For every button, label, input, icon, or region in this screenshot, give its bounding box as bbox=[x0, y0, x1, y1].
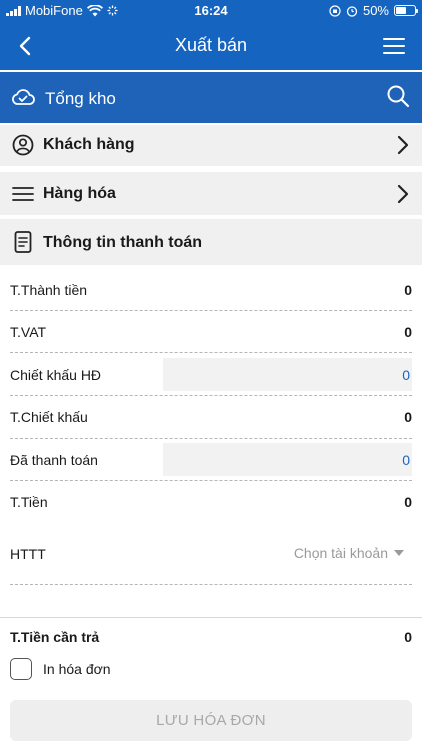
list-icon bbox=[12, 187, 34, 201]
account-select[interactable]: Chọn tài khoản bbox=[294, 545, 404, 561]
print-invoice-checkbox[interactable] bbox=[10, 658, 32, 680]
payment-info-section: Thông tin thanh toán bbox=[0, 219, 422, 265]
row-label: T.Tiền bbox=[10, 494, 48, 510]
row-value: 0 bbox=[404, 324, 412, 340]
page-title: Xuất bán bbox=[174, 35, 248, 55]
save-invoice-button[interactable]: LƯU HÓA ĐƠN bbox=[10, 700, 412, 741]
customer-label: Khách hàng bbox=[43, 136, 135, 153]
row-total: T.Tiền 0 bbox=[10, 481, 412, 523]
goods-section[interactable]: Hàng hóa bbox=[0, 172, 422, 215]
row-payment-method: HTTT Chọn tài khoản bbox=[10, 530, 412, 585]
customer-section[interactable]: Khách hàng bbox=[0, 125, 422, 166]
input-value: 0 bbox=[402, 367, 410, 383]
invoice-discount-input[interactable]: 0 bbox=[163, 358, 412, 391]
input-value: 0 bbox=[402, 452, 410, 468]
row-total-due: T.Tiền cần trả 0 bbox=[10, 620, 412, 652]
warehouse-label: Tổng kho bbox=[45, 89, 116, 108]
status-right: 50% bbox=[329, 3, 418, 18]
warehouse-bar[interactable]: Tổng kho bbox=[0, 72, 422, 123]
payment-method-label: HTTT bbox=[10, 546, 46, 562]
battery-fill bbox=[396, 7, 406, 14]
total-due-value: 0 bbox=[404, 629, 412, 645]
battery-percent: 50% bbox=[362, 3, 389, 18]
dropdown-caret-icon bbox=[394, 550, 404, 556]
user-circle-icon bbox=[12, 134, 34, 156]
row-value: 0 bbox=[404, 409, 412, 425]
chevron-right-icon bbox=[397, 184, 409, 204]
row-total-amount: T.Thành tiền 0 bbox=[10, 267, 412, 311]
row-total-vat: T.VAT 0 bbox=[10, 311, 412, 353]
row-label: T.Chiết khấu bbox=[10, 409, 88, 425]
orientation-lock-icon bbox=[329, 4, 341, 17]
chevron-right-icon bbox=[397, 135, 409, 155]
navigation-bar: Xuất bán bbox=[0, 22, 422, 70]
row-value: 0 bbox=[404, 494, 412, 510]
paid-amount-input[interactable]: 0 bbox=[163, 443, 412, 476]
row-invoice-discount: Chiết khấu HĐ 0 bbox=[10, 353, 412, 396]
alarm-icon bbox=[346, 5, 358, 17]
document-icon bbox=[14, 231, 32, 253]
search-icon[interactable] bbox=[386, 84, 410, 108]
row-value: 0 bbox=[404, 282, 412, 298]
divider bbox=[0, 617, 422, 618]
battery-icon bbox=[394, 5, 418, 16]
row-label: T.Thành tiền bbox=[10, 282, 88, 298]
row-label: T.VAT bbox=[10, 324, 47, 340]
payment-info-label: Thông tin thanh toán bbox=[43, 234, 203, 251]
cloud-check-icon bbox=[12, 89, 35, 105]
menu-icon[interactable] bbox=[382, 35, 406, 57]
row-paid: Đã thanh toán 0 bbox=[10, 439, 412, 481]
total-due-label: T.Tiền cần trả bbox=[10, 629, 100, 645]
status-bar: MobiFone 16:24 50% bbox=[0, 0, 422, 22]
goods-label: Hàng hóa bbox=[43, 185, 116, 202]
row-label: Chiết khấu HĐ bbox=[10, 367, 102, 383]
row-total-discount: T.Chiết khấu 0 bbox=[10, 396, 412, 439]
account-select-placeholder: Chọn tài khoản bbox=[293, 545, 388, 561]
print-invoice-label: In hóa đơn bbox=[43, 661, 111, 677]
row-label: Đã thanh toán bbox=[10, 452, 98, 468]
